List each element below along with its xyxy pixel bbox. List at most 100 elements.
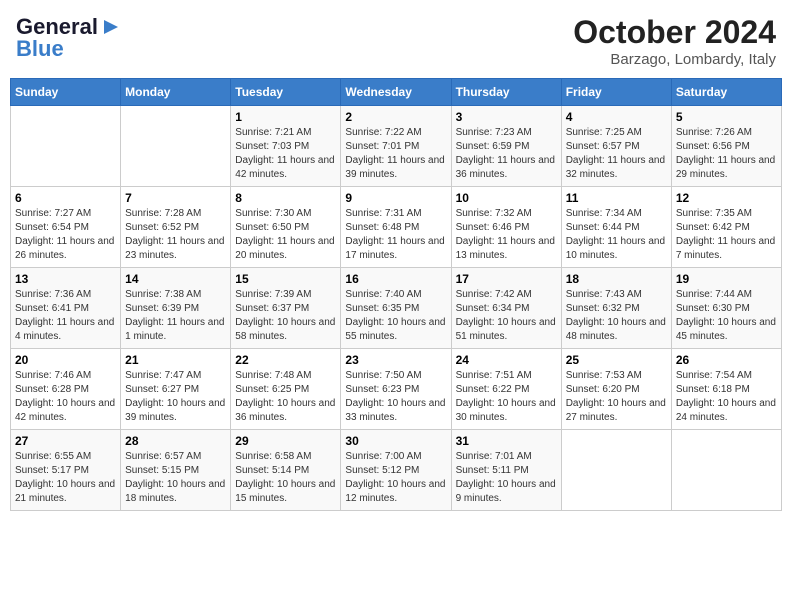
- day-number: 14: [125, 272, 226, 286]
- calendar-cell: 24 Sunrise: 7:51 AMSunset: 6:22 PMDayligh…: [451, 349, 561, 430]
- day-info: Sunrise: 7:31 AMSunset: 6:48 PMDaylight:…: [345, 207, 446, 263]
- calendar-week-3: 13 Sunrise: 7:36 AMSunset: 6:41 PMDayligh…: [11, 268, 782, 349]
- day-number: 7: [125, 191, 226, 205]
- day-info: Sunrise: 7:30 AMSunset: 6:50 PMDaylight:…: [235, 207, 336, 263]
- logo-text-block: General Blue: [16, 14, 122, 62]
- day-number: 9: [345, 191, 446, 205]
- calendar-cell: 4 Sunrise: 7:25 AMSunset: 6:57 PMDaylight…: [561, 106, 671, 187]
- calendar-cell: 14 Sunrise: 7:38 AMSunset: 6:39 PMDayligh…: [121, 268, 231, 349]
- day-number: 12: [676, 191, 777, 205]
- calendar-week-4: 20Sunrise: 7:46 AMSunset: 6:28 PMDayligh…: [11, 349, 782, 430]
- day-info: Sunrise: 7:40 AMSunset: 6:35 PMDaylight:…: [345, 288, 446, 344]
- col-friday: Friday: [561, 79, 671, 106]
- day-info: Sunrise: 7:44 AMSunset: 6:30 PMDaylight:…: [676, 288, 777, 344]
- calendar-cell: 1 Sunrise: 7:21 AMSunset: 7:03 PMDaylight…: [231, 106, 341, 187]
- day-info: Sunrise: 7:46 AMSunset: 6:28 PMDaylight:…: [15, 369, 116, 425]
- day-number: 17: [456, 272, 557, 286]
- logo: General Blue: [16, 14, 122, 62]
- day-info: Sunrise: 6:57 AMSunset: 5:15 PMDaylight:…: [125, 450, 226, 506]
- calendar-cell: [561, 430, 671, 511]
- title-section: October 2024 Barzago, Lombardy, Italy: [573, 14, 776, 68]
- calendar-week-1: 1 Sunrise: 7:21 AMSunset: 7:03 PMDaylight…: [11, 106, 782, 187]
- day-number: 27: [15, 434, 116, 448]
- day-number: 19: [676, 272, 777, 286]
- day-number: 2: [345, 110, 446, 124]
- calendar-cell: [671, 430, 781, 511]
- calendar-cell: 13 Sunrise: 7:36 AMSunset: 6:41 PMDayligh…: [11, 268, 121, 349]
- day-number: 22: [235, 353, 336, 367]
- location: Barzago, Lombardy, Italy: [573, 51, 776, 68]
- calendar-cell: 28Sunrise: 6:57 AMSunset: 5:15 PMDayligh…: [121, 430, 231, 511]
- calendar-header: Sunday Monday Tuesday Wednesday Thursday…: [11, 79, 782, 106]
- day-info: Sunrise: 7:38 AMSunset: 6:39 PMDaylight:…: [125, 288, 226, 344]
- day-info: Sunrise: 7:36 AMSunset: 6:41 PMDaylight:…: [15, 288, 116, 344]
- day-info: Sunrise: 7:48 AMSunset: 6:25 PMDaylight:…: [235, 369, 336, 425]
- day-info: Sunrise: 7:53 AMSunset: 6:20 PMDaylight:…: [566, 369, 667, 425]
- calendar-cell: 18Sunrise: 7:43 AMSunset: 6:32 PMDayligh…: [561, 268, 671, 349]
- col-saturday: Saturday: [671, 79, 781, 106]
- day-number: 13: [15, 272, 116, 286]
- calendar-cell: 29 Sunrise: 6:58 AMSunset: 5:14 PMDayligh…: [231, 430, 341, 511]
- day-info: Sunrise: 7:43 AMSunset: 6:32 PMDaylight:…: [566, 288, 667, 344]
- logo-arrow-icon: [100, 16, 122, 38]
- calendar-cell: 6 Sunrise: 7:27 AMSunset: 6:54 PMDaylight…: [11, 187, 121, 268]
- calendar-cell: 31Sunrise: 7:01 AMSunset: 5:11 PMDayligh…: [451, 430, 561, 511]
- day-info: Sunrise: 7:21 AMSunset: 7:03 PMDaylight:…: [235, 126, 336, 182]
- day-number: 10: [456, 191, 557, 205]
- day-number: 29: [235, 434, 336, 448]
- calendar-cell: [121, 106, 231, 187]
- day-info: Sunrise: 7:26 AMSunset: 6:56 PMDaylight:…: [676, 126, 777, 182]
- col-wednesday: Wednesday: [341, 79, 451, 106]
- calendar-cell: 17Sunrise: 7:42 AMSunset: 6:34 PMDayligh…: [451, 268, 561, 349]
- day-number: 25: [566, 353, 667, 367]
- day-number: 30: [345, 434, 446, 448]
- day-info: Sunrise: 7:51 AMSunset: 6:22 PMDaylight:…: [456, 369, 557, 425]
- day-number: 4: [566, 110, 667, 124]
- day-info: Sunrise: 7:50 AMSunset: 6:23 PMDaylight:…: [345, 369, 446, 425]
- calendar-cell: 15 Sunrise: 7:39 AMSunset: 6:37 PMDayligh…: [231, 268, 341, 349]
- calendar-cell: 11Sunrise: 7:34 AMSunset: 6:44 PMDayligh…: [561, 187, 671, 268]
- col-monday: Monday: [121, 79, 231, 106]
- day-info: Sunrise: 7:47 AMSunset: 6:27 PMDaylight:…: [125, 369, 226, 425]
- calendar-cell: 8Sunrise: 7:30 AMSunset: 6:50 PMDaylight…: [231, 187, 341, 268]
- day-info: Sunrise: 7:28 AMSunset: 6:52 PMDaylight:…: [125, 207, 226, 263]
- day-number: 26: [676, 353, 777, 367]
- day-info: Sunrise: 7:25 AMSunset: 6:57 PMDaylight:…: [566, 126, 667, 182]
- day-number: 1: [235, 110, 336, 124]
- calendar-cell: 12Sunrise: 7:35 AMSunset: 6:42 PMDayligh…: [671, 187, 781, 268]
- calendar-cell: 7 Sunrise: 7:28 AMSunset: 6:52 PMDaylight…: [121, 187, 231, 268]
- calendar-cell: 23 Sunrise: 7:50 AMSunset: 6:23 PMDayligh…: [341, 349, 451, 430]
- calendar-cell: 9 Sunrise: 7:31 AMSunset: 6:48 PMDaylight…: [341, 187, 451, 268]
- calendar-cell: [11, 106, 121, 187]
- day-number: 15: [235, 272, 336, 286]
- day-info: Sunrise: 7:54 AMSunset: 6:18 PMDaylight:…: [676, 369, 777, 425]
- day-info: Sunrise: 6:55 AMSunset: 5:17 PMDaylight:…: [15, 450, 116, 506]
- calendar-cell: 5 Sunrise: 7:26 AMSunset: 6:56 PMDaylight…: [671, 106, 781, 187]
- day-number: 23: [345, 353, 446, 367]
- day-number: 16: [345, 272, 446, 286]
- col-tuesday: Tuesday: [231, 79, 341, 106]
- calendar-cell: 27 Sunrise: 6:55 AMSunset: 5:17 PMDayligh…: [11, 430, 121, 511]
- col-thursday: Thursday: [451, 79, 561, 106]
- calendar-cell: 20Sunrise: 7:46 AMSunset: 6:28 PMDayligh…: [11, 349, 121, 430]
- day-info: Sunrise: 7:32 AMSunset: 6:46 PMDaylight:…: [456, 207, 557, 263]
- calendar-table: Sunday Monday Tuesday Wednesday Thursday…: [10, 78, 782, 511]
- calendar-cell: 2Sunrise: 7:22 AMSunset: 7:01 PMDaylight…: [341, 106, 451, 187]
- day-info: Sunrise: 7:39 AMSunset: 6:37 PMDaylight:…: [235, 288, 336, 344]
- day-number: 5: [676, 110, 777, 124]
- day-info: Sunrise: 6:58 AMSunset: 5:14 PMDaylight:…: [235, 450, 336, 506]
- calendar-cell: 10 Sunrise: 7:32 AMSunset: 6:46 PMDayligh…: [451, 187, 561, 268]
- col-sunday: Sunday: [11, 79, 121, 106]
- day-number: 31: [456, 434, 557, 448]
- day-number: 6: [15, 191, 116, 205]
- month-title: October 2024: [573, 14, 776, 51]
- day-number: 3: [456, 110, 557, 124]
- day-number: 24: [456, 353, 557, 367]
- calendar-cell: 19 Sunrise: 7:44 AMSunset: 6:30 PMDayligh…: [671, 268, 781, 349]
- calendar-week-5: 27 Sunrise: 6:55 AMSunset: 5:17 PMDayligh…: [11, 430, 782, 511]
- calendar-cell: 16 Sunrise: 7:40 AMSunset: 6:35 PMDayligh…: [341, 268, 451, 349]
- calendar-cell: 22 Sunrise: 7:48 AMSunset: 6:25 PMDayligh…: [231, 349, 341, 430]
- day-number: 21: [125, 353, 226, 367]
- day-info: Sunrise: 7:27 AMSunset: 6:54 PMDaylight:…: [15, 207, 116, 263]
- page-header: General Blue October 2024 Barzago, Lomba…: [10, 10, 782, 72]
